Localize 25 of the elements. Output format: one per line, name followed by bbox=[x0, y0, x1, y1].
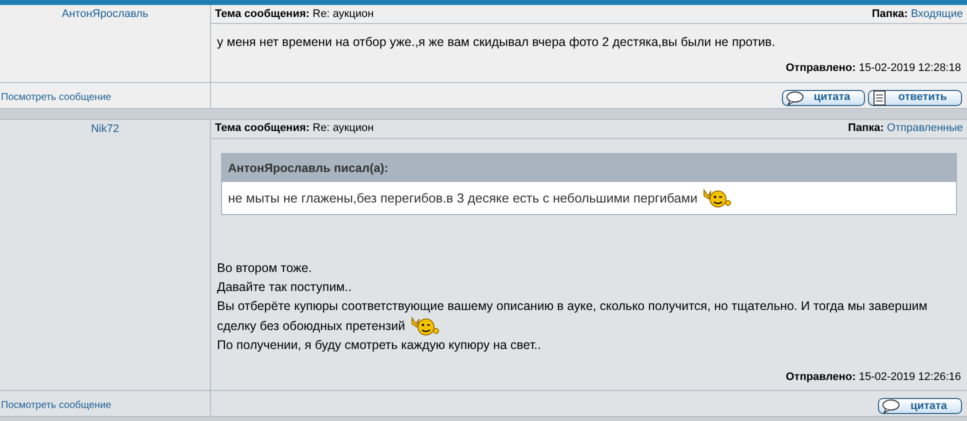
message-text: Давайте так поступим.. bbox=[217, 278, 353, 296]
sent-date: Отправлено: 15-02-2019 12:26:16 bbox=[786, 370, 961, 384]
quote-button[interactable]: цитата bbox=[782, 90, 866, 106]
quote-header: АнтонЯрославль писал(а): bbox=[222, 154, 956, 182]
reply-button[interactable]: ответить bbox=[868, 90, 962, 106]
speech-bubble-icon bbox=[786, 90, 804, 104]
folder-link[interactable]: Отправленные bbox=[886, 120, 963, 137]
message-text: у меня нет времени на отбор уже.,я же вам скидывал вчера фото 2 дестяка,вы были не против. bbox=[217, 34, 776, 51]
message-text: Вы отберёте купюры соответствующие вашему описанию в ауке, сколько получится, но тщательно. И тогда мы завершим сделку без обоюдных претензий bbox=[217, 296, 961, 336]
message-subject: Тема сообщения: Re: аукцион bbox=[215, 121, 374, 136]
folder-link[interactable]: Входящие bbox=[910, 6, 963, 22]
message-text: По получении, я буду смотреть каждую купюру на свет.. bbox=[217, 336, 542, 354]
folder-label: Папка: bbox=[872, 6, 908, 22]
view-message-link[interactable]: Посмотреть сообщение bbox=[1, 90, 112, 104]
message-subject: Тема сообщения: Re: аукцион bbox=[215, 6, 374, 22]
folder-label: Папка: bbox=[848, 121, 884, 136]
author-name[interactable]: АнтонЯрославль bbox=[62, 6, 148, 82]
message-text: Во втором тоже. bbox=[217, 260, 313, 277]
document-icon bbox=[872, 90, 888, 106]
sent-date: Отправлено: 15-02-2019 12:28:18 bbox=[786, 61, 961, 76]
view-message-link[interactable]: Посмотреть сообщение bbox=[1, 398, 112, 413]
speech-bubble-icon bbox=[882, 399, 900, 413]
quote-text: не мыты не глажены,без перегибов.в 3 десяке есть с небольшими пергибами bbox=[222, 182, 956, 214]
author-name[interactable]: Nik72 bbox=[90, 120, 120, 390]
quote-button[interactable]: цитата bbox=[878, 398, 962, 414]
